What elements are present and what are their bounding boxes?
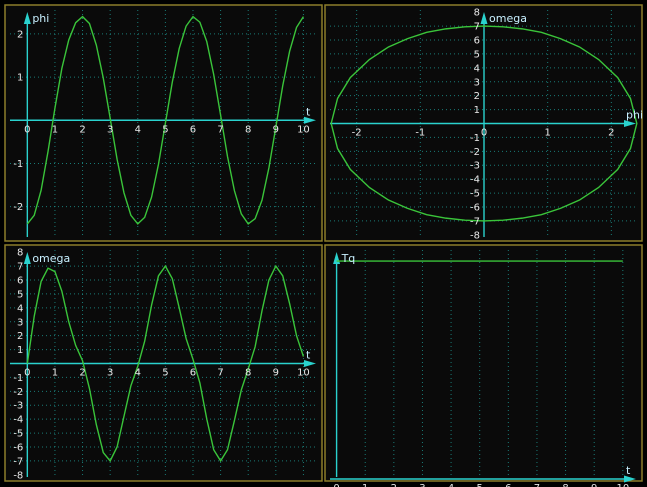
x-tick-label: 5 xyxy=(162,368,168,379)
y-tick-label: -1 xyxy=(470,133,480,144)
y-tick-label: 3 xyxy=(474,77,480,88)
x-tick-label: 3 xyxy=(107,124,113,135)
x-axis-label: t xyxy=(626,464,631,477)
x-tick-label: 0 xyxy=(333,483,339,487)
x-tick-label: 4 xyxy=(135,368,141,379)
y-tick-label: 1 xyxy=(474,105,480,116)
x-tick-label: 8 xyxy=(562,483,568,487)
y-tick-label: -4 xyxy=(470,175,480,186)
x-tick-label: 1 xyxy=(52,368,58,379)
x-tick-label: 1 xyxy=(52,124,58,135)
x-tick-label: 4 xyxy=(135,124,141,135)
x-tick-label: 7 xyxy=(534,483,540,487)
x-tick-label: 1 xyxy=(362,483,368,487)
x-tick-label: -1 xyxy=(415,128,425,139)
x-tick-label: 10 xyxy=(297,368,310,379)
x-tick-label: 1 xyxy=(544,128,550,139)
x-tick-label: 5 xyxy=(162,124,168,135)
x-tick-label: 7 xyxy=(217,368,223,379)
y-tick-label: -8 xyxy=(470,230,480,241)
torque-vs-time-chart: t Tq 0 1 2 3 4 5 6 7 8 9 10 xyxy=(324,244,643,487)
y-axis-label: phi xyxy=(32,12,49,25)
x-tick-label: 0 xyxy=(24,368,30,379)
y-tick-label: 7 xyxy=(474,22,480,33)
y-tick-label: 2 xyxy=(17,331,23,342)
plot-area: tphi0 1 2 3 4 5 6 7 8 9 1021-1-2 phiomega-2 -1 0 1 287… xyxy=(0,0,647,487)
y-tick-label: 5 xyxy=(17,289,23,300)
y-tick-label: -7 xyxy=(470,216,480,227)
y-tick-label: -1 xyxy=(13,159,23,170)
x-tick-label: 8 xyxy=(245,368,251,379)
x-tick-label: 0 xyxy=(24,124,30,135)
x-tick-label: 6 xyxy=(505,483,511,487)
y-tick-label: -3 xyxy=(470,161,480,172)
y-axis-label: omega xyxy=(489,12,527,25)
y-tick-label: 7 xyxy=(17,262,23,273)
y-tick-label: -1 xyxy=(13,373,23,384)
x-tick-label: 2 xyxy=(608,128,614,139)
y-axis-label: omega xyxy=(32,252,70,265)
y-tick-label: -6 xyxy=(13,442,23,453)
x-tick-label: 8 xyxy=(245,124,251,135)
y-tick-label: 4 xyxy=(474,63,480,74)
y-tick-label: 1 xyxy=(17,73,23,84)
x-tick-label: 5 xyxy=(477,483,483,487)
y-tick-label: 3 xyxy=(17,317,23,328)
y-tick-label: 4 xyxy=(17,303,23,314)
x-tick-label: 0 xyxy=(481,128,487,139)
x-tick-label: 6 xyxy=(190,124,196,135)
x-tick-label: 9 xyxy=(591,483,597,487)
y-tick-label: 8 xyxy=(474,8,480,19)
x-tick-label: 6 xyxy=(190,368,196,379)
y-tick-label: -6 xyxy=(470,202,480,213)
y-tick-label: -8 xyxy=(13,470,23,481)
x-axis-label: t xyxy=(306,105,311,118)
y-tick-label: 1 xyxy=(17,345,23,356)
y-tick-label: -4 xyxy=(13,415,23,426)
x-tick-label: 3 xyxy=(107,368,113,379)
y-tick-label: -5 xyxy=(13,429,23,440)
y-tick-label: -7 xyxy=(13,456,23,467)
y-tick-label: -2 xyxy=(13,387,23,398)
x-tick-label: 3 xyxy=(419,483,425,487)
omega-vs-time-chart: t omega 0 1 2 3 4 5 6 7 8 9 10 8 7 6 5 4 3 2 1 -1 -2 -3 -4 -5 -6 -7… xyxy=(4,244,323,482)
x-tick-label: 7 xyxy=(217,124,223,135)
y-tick-label: 6 xyxy=(17,276,23,287)
x-tick-label: 10 xyxy=(616,483,629,487)
y-tick-label: -5 xyxy=(470,189,480,200)
x-tick-label: 9 xyxy=(273,124,279,135)
y-tick-label: 2 xyxy=(474,91,480,102)
y-tick-label: 5 xyxy=(474,49,480,60)
y-tick-label: -3 xyxy=(13,401,23,412)
x-axis-label: phi xyxy=(626,109,643,122)
x-tick-label: 9 xyxy=(273,368,279,379)
y-axis-label: Tq xyxy=(341,252,356,265)
x-tick-label: 2 xyxy=(79,124,85,135)
phi-vs-time-chart: t phi 0 1 2 3 4 5 6 7 8 9 10 2 1 -1 -2 xyxy=(4,4,323,242)
x-tick-label: 2 xyxy=(79,368,85,379)
x-axis-label: t xyxy=(306,349,311,362)
x-tick-label: 2 xyxy=(391,483,397,487)
x-tick-label: 4 xyxy=(448,483,454,487)
y-tick-label: 8 xyxy=(17,248,23,259)
y-tick-label: 2 xyxy=(17,29,23,40)
y-tick-label: -2 xyxy=(13,202,23,213)
x-tick-label: 10 xyxy=(297,124,310,135)
phase-portrait-chart: phiomega-2 -1 0 1 287654321-1-2-3-4-5-6-7-8 xyxy=(324,4,643,242)
x-tick-label: -2 xyxy=(352,128,362,139)
y-tick-label: -2 xyxy=(470,147,480,158)
y-tick-label: 6 xyxy=(474,36,480,47)
